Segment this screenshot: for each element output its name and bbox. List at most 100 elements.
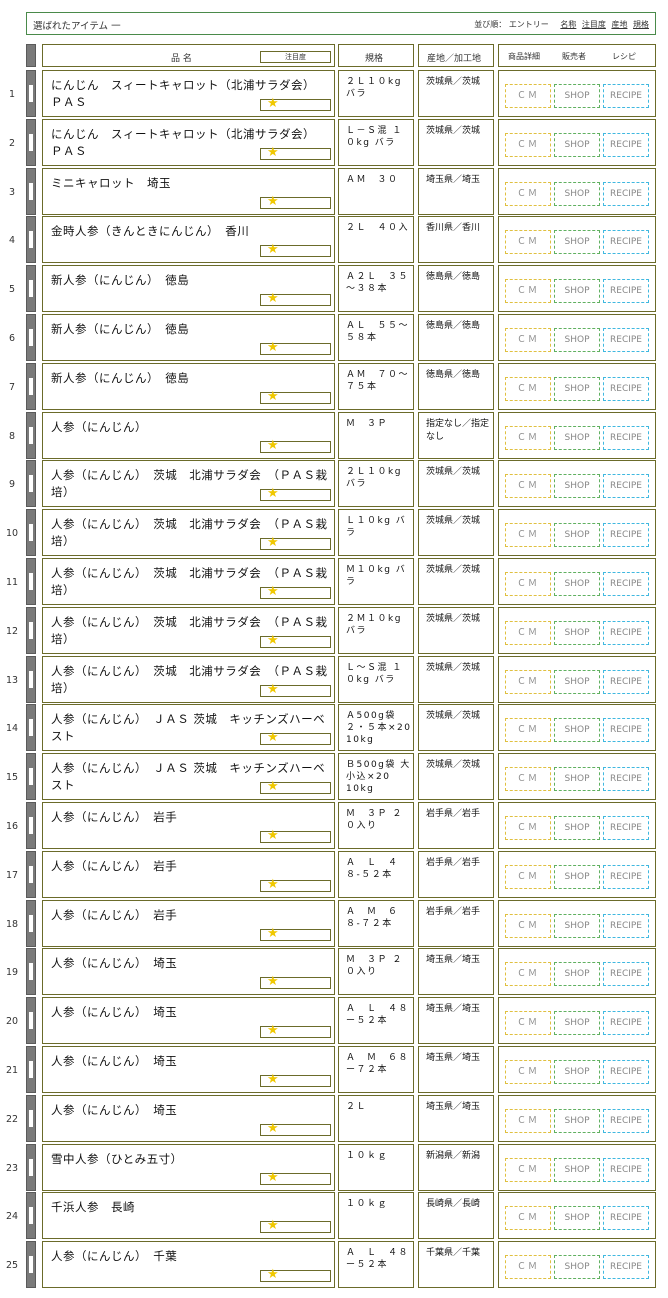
cm-button[interactable]: ＣＭ [505, 962, 551, 987]
cm-button[interactable]: ＣＭ [505, 1108, 551, 1133]
shop-button[interactable]: SHOP [554, 474, 600, 499]
attention-rating[interactable]: ★ [260, 194, 331, 209]
recipe-button[interactable]: RECIPE [603, 279, 649, 304]
cm-button[interactable]: ＣＭ [505, 718, 551, 743]
recipe-button[interactable]: RECIPE [603, 132, 649, 157]
recipe-button[interactable]: RECIPE [603, 1206, 649, 1231]
row-handle[interactable] [26, 1192, 36, 1240]
attention-rating[interactable]: ★ [260, 145, 331, 160]
row-handle[interactable] [26, 411, 36, 459]
cm-button[interactable]: ＣＭ [505, 474, 551, 499]
attention-rating[interactable]: ★ [260, 682, 331, 697]
recipe-button[interactable]: RECIPE [603, 1108, 649, 1133]
shop-button[interactable]: SHOP [554, 328, 600, 352]
attention-rating[interactable]: ★ [260, 536, 331, 551]
attention-rating[interactable]: ★ [260, 1219, 331, 1234]
sort-by-attention-link[interactable]: 注目度 [582, 20, 606, 29]
shop-button[interactable]: SHOP [554, 767, 600, 792]
shop-button[interactable]: SHOP [554, 84, 600, 108]
item-name[interactable]: 千浜人参 長崎 [51, 1199, 331, 1216]
attention-rating[interactable]: ★ [260, 975, 331, 990]
cm-button[interactable]: ＣＭ [505, 1060, 551, 1084]
shop-button[interactable]: SHOP [554, 620, 600, 645]
item-name[interactable]: 金時人参（きんときにんじん） 香川 [51, 223, 331, 240]
attention-rating[interactable]: ★ [260, 341, 331, 355]
shop-button[interactable]: SHOP [554, 1108, 600, 1133]
shop-button[interactable]: SHOP [554, 279, 600, 304]
row-handle[interactable] [26, 850, 36, 898]
row-handle[interactable] [26, 314, 36, 361]
cm-button[interactable]: ＣＭ [505, 230, 551, 255]
attention-rating[interactable]: ★ [260, 292, 331, 307]
recipe-button[interactable]: RECIPE [603, 669, 649, 694]
item-name[interactable]: 新人参（にんじん） 徳島 [51, 272, 331, 289]
attention-rating[interactable]: ★ [260, 585, 331, 599]
attention-rating[interactable]: ★ [260, 243, 331, 258]
cm-button[interactable]: ＣＭ [505, 620, 551, 645]
item-name[interactable]: 人参（にんじん） [51, 419, 331, 436]
cm-button[interactable]: ＣＭ [505, 84, 551, 108]
sort-by-name-link[interactable]: 名称 [560, 20, 576, 29]
item-name[interactable]: 人参（にんじん） 埼玉 [51, 1004, 331, 1021]
attention-rating[interactable]: ★ [260, 389, 331, 404]
attention-rating[interactable]: ★ [260, 438, 331, 453]
row-handle[interactable] [26, 1241, 36, 1289]
shop-button[interactable]: SHOP [554, 1060, 600, 1084]
recipe-button[interactable]: RECIPE [603, 1060, 649, 1084]
row-handle[interactable] [26, 997, 36, 1045]
row-handle[interactable] [26, 1094, 36, 1142]
item-name[interactable]: 人参（にんじん） 岩手 [51, 858, 331, 875]
sort-by-spec-link[interactable]: 規格 [633, 20, 649, 29]
sort-by-origin-link[interactable]: 産地 [611, 20, 627, 29]
attention-rating[interactable]: ★ [260, 1073, 331, 1087]
shop-button[interactable]: SHOP [554, 132, 600, 157]
recipe-button[interactable]: RECIPE [603, 425, 649, 450]
shop-button[interactable]: SHOP [554, 230, 600, 255]
item-name[interactable]: 人参（にんじん） 埼玉 [51, 955, 331, 972]
item-name[interactable]: 人参（にんじん） 千葉 [51, 1248, 331, 1265]
cm-button[interactable]: ＣＭ [505, 181, 551, 206]
shop-button[interactable]: SHOP [554, 425, 600, 450]
cm-button[interactable]: ＣＭ [505, 913, 551, 938]
attention-rating[interactable]: ★ [260, 780, 331, 795]
recipe-button[interactable]: RECIPE [603, 913, 649, 938]
recipe-button[interactable]: RECIPE [603, 1157, 649, 1182]
row-handle[interactable] [26, 1046, 36, 1093]
item-name[interactable]: 人参（にんじん） 埼玉 [51, 1053, 331, 1070]
recipe-button[interactable]: RECIPE [603, 572, 649, 596]
shop-button[interactable]: SHOP [554, 1255, 600, 1280]
recipe-button[interactable]: RECIPE [603, 328, 649, 352]
row-handle[interactable] [26, 70, 36, 117]
attention-rating[interactable]: ★ [260, 1268, 331, 1283]
row-handle[interactable] [26, 509, 36, 557]
recipe-button[interactable]: RECIPE [603, 767, 649, 792]
cm-button[interactable]: ＣＭ [505, 572, 551, 596]
cm-button[interactable]: ＣＭ [505, 1255, 551, 1280]
shop-button[interactable]: SHOP [554, 669, 600, 694]
shop-button[interactable]: SHOP [554, 181, 600, 206]
shop-button[interactable]: SHOP [554, 1011, 600, 1036]
recipe-button[interactable]: RECIPE [603, 864, 649, 889]
attention-rating[interactable]: ★ [260, 97, 331, 111]
shop-button[interactable]: SHOP [554, 913, 600, 938]
cm-button[interactable]: ＣＭ [505, 376, 551, 401]
row-handle[interactable] [26, 362, 36, 410]
shop-button[interactable]: SHOP [554, 1157, 600, 1182]
recipe-button[interactable]: RECIPE [603, 718, 649, 743]
shop-button[interactable]: SHOP [554, 816, 600, 840]
cm-button[interactable]: ＣＭ [505, 328, 551, 352]
recipe-button[interactable]: RECIPE [603, 474, 649, 499]
cm-button[interactable]: ＣＭ [505, 279, 551, 304]
recipe-button[interactable]: RECIPE [603, 620, 649, 645]
recipe-button[interactable]: RECIPE [603, 816, 649, 840]
row-handle[interactable] [26, 704, 36, 752]
cm-button[interactable]: ＣＭ [505, 1011, 551, 1036]
item-name[interactable]: 新人参（にんじん） 徳島 [51, 370, 331, 387]
attention-rating[interactable]: ★ [260, 633, 331, 648]
cm-button[interactable]: ＣＭ [505, 1157, 551, 1182]
shop-button[interactable]: SHOP [554, 376, 600, 401]
shop-button[interactable]: SHOP [554, 572, 600, 596]
row-handle[interactable] [26, 265, 36, 313]
row-handle[interactable] [26, 606, 36, 654]
row-handle[interactable] [26, 460, 36, 508]
